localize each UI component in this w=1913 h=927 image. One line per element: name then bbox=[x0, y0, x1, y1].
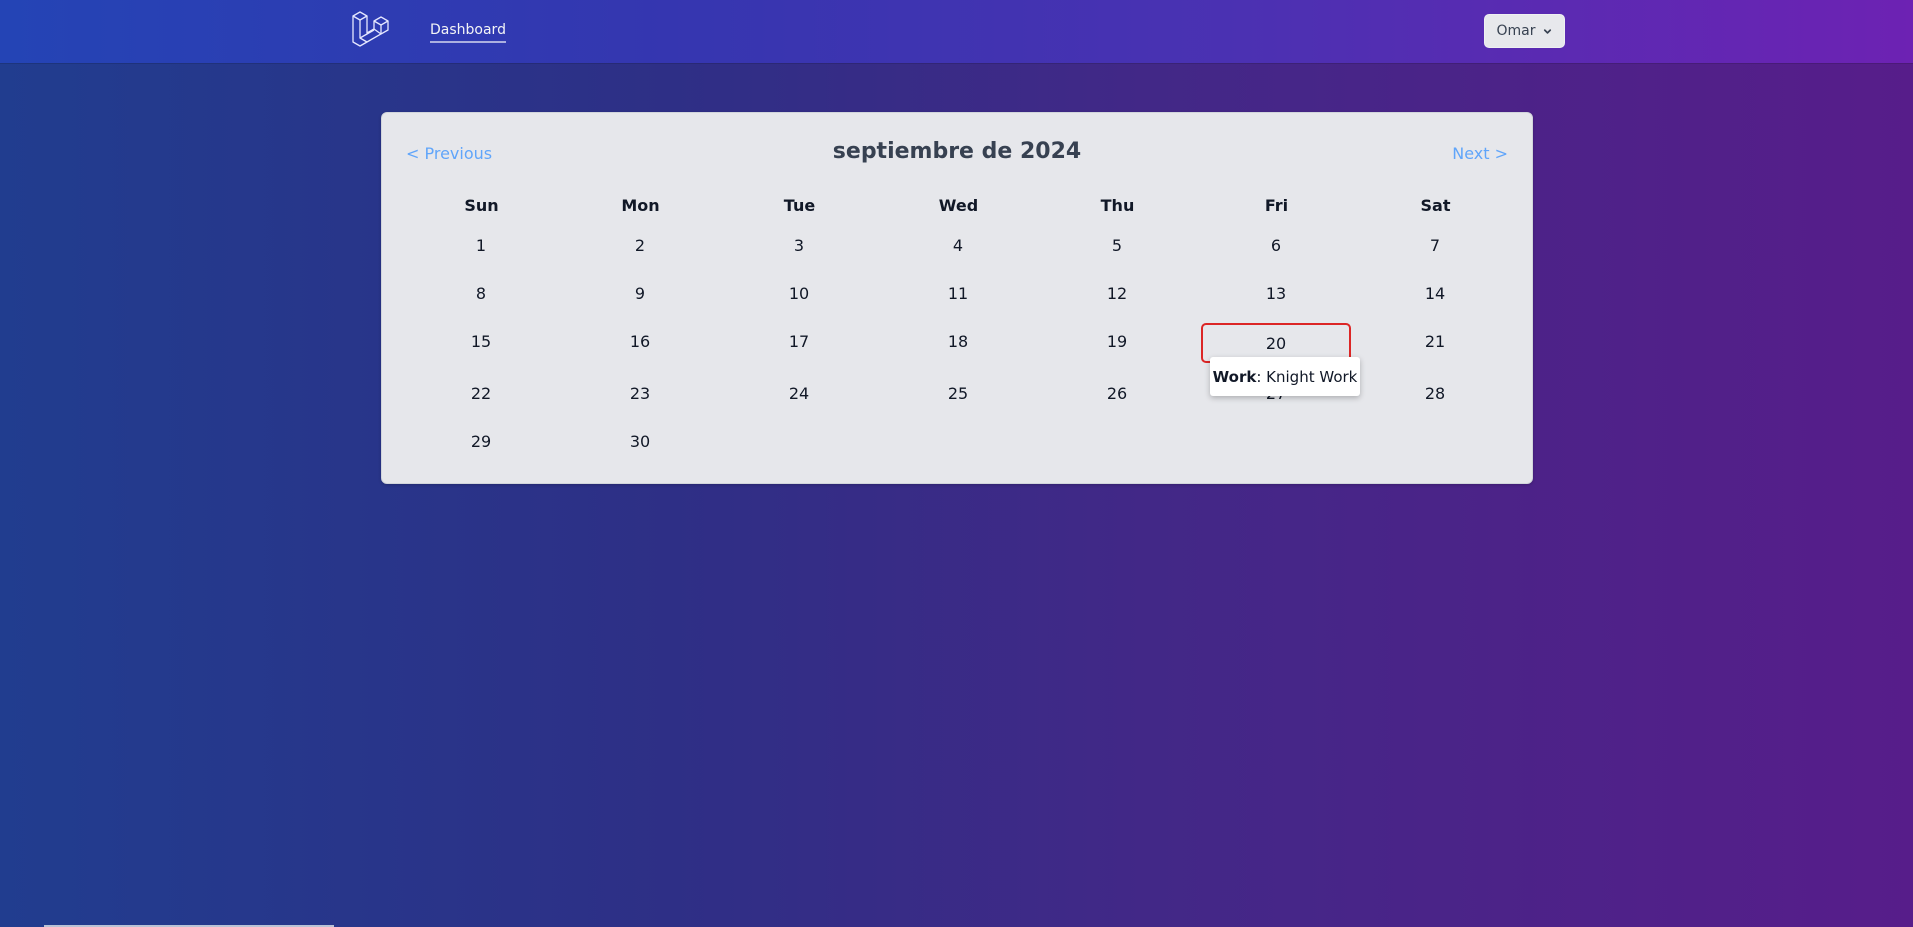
user-name: Omar bbox=[1496, 23, 1536, 39]
calendar-day[interactable]: 3 bbox=[724, 225, 874, 265]
calendar-day[interactable]: 7 bbox=[1360, 225, 1510, 265]
nav-link-dashboard[interactable]: Dashboard bbox=[430, 22, 506, 43]
calendar-day[interactable]: 25 bbox=[883, 373, 1033, 413]
weekday-sun: Sun bbox=[464, 196, 499, 215]
weekday-wed: Wed bbox=[938, 196, 979, 215]
weekday-mon: Mon bbox=[621, 196, 660, 215]
tooltip-text: Knight Work bbox=[1266, 367, 1358, 386]
calendar-day[interactable]: 8 bbox=[406, 273, 556, 313]
calendar-day[interactable]: 11 bbox=[883, 273, 1033, 313]
user-menu-button[interactable]: Omar bbox=[1484, 14, 1565, 48]
calendar-day[interactable]: 9 bbox=[565, 273, 715, 313]
calendar-day[interactable]: 1 bbox=[406, 225, 556, 265]
calendar-day[interactable]: 10 bbox=[724, 273, 874, 313]
calendar-day[interactable]: 30 bbox=[565, 421, 715, 461]
calendar-day[interactable]: 19 bbox=[1042, 321, 1192, 361]
calendar-day[interactable]: 4 bbox=[883, 225, 1033, 265]
chevron-down-icon bbox=[1543, 28, 1551, 34]
calendar-day[interactable]: 23 bbox=[565, 373, 715, 413]
tooltip-separator: : bbox=[1256, 367, 1267, 386]
calendar-day[interactable]: 6 bbox=[1201, 225, 1351, 265]
calendar-day[interactable]: 18 bbox=[883, 321, 1033, 361]
calendar-day[interactable]: 14 bbox=[1360, 273, 1510, 313]
calendar-day[interactable]: 21 bbox=[1360, 321, 1510, 361]
calendar-day[interactable]: 2 bbox=[565, 225, 715, 265]
calendar-day[interactable]: 29 bbox=[406, 421, 556, 461]
top-navigation-bar: Dashboard Omar bbox=[0, 0, 1913, 63]
calendar-day[interactable]: 26 bbox=[1042, 373, 1192, 413]
calendar-day[interactable]: 22 bbox=[406, 373, 556, 413]
weekday-thu: Thu bbox=[1100, 196, 1135, 215]
tooltip-label: Work bbox=[1212, 367, 1257, 386]
calendar-day[interactable]: 17 bbox=[724, 321, 874, 361]
calendar-day[interactable]: 12 bbox=[1042, 273, 1192, 313]
calendar-day[interactable]: 28 bbox=[1360, 373, 1510, 413]
next-month-link[interactable]: Next > bbox=[1452, 144, 1508, 163]
month-title: septiembre de 2024 bbox=[832, 139, 1082, 164]
event-tooltip: Work: Knight Work bbox=[1210, 357, 1360, 396]
calendar-day[interactable]: 5 bbox=[1042, 225, 1192, 265]
weekday-sat: Sat bbox=[1420, 196, 1451, 215]
calendar-card: < Previous septiembre de 2024 Next > Sun… bbox=[381, 112, 1533, 484]
calendar-day[interactable]: 16 bbox=[565, 321, 715, 361]
weekday-fri: Fri bbox=[1264, 196, 1289, 215]
calendar-day[interactable]: 24 bbox=[724, 373, 874, 413]
calendar-day[interactable]: 13 bbox=[1201, 273, 1351, 313]
weekday-tue: Tue bbox=[783, 196, 816, 215]
calendar-day[interactable]: 15 bbox=[406, 321, 556, 361]
laravel-logo-icon[interactable] bbox=[350, 11, 390, 51]
